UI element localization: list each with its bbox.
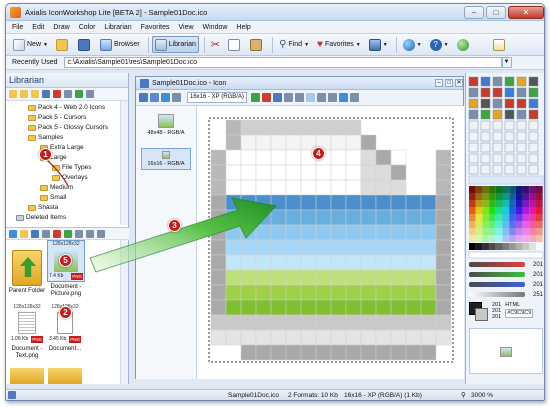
callout-1: 1 — [39, 148, 52, 161]
annotation-overlay — [46, 159, 277, 273]
arrow-annotation — [89, 197, 277, 273]
callout-3: 3 — [168, 219, 181, 232]
callout-5: 5 — [59, 254, 72, 267]
pointer-line — [46, 159, 69, 187]
callout-2: 2 — [59, 306, 72, 319]
callout-4: 4 — [312, 147, 325, 160]
